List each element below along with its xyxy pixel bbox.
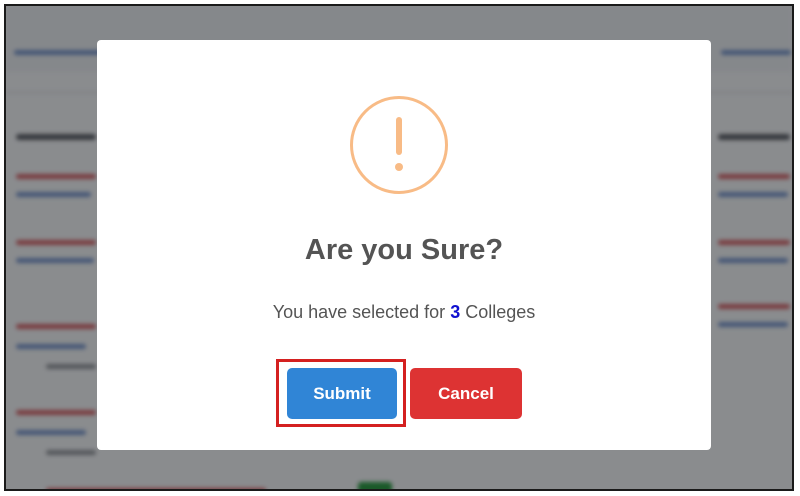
message-prefix: You have selected for — [272, 302, 446, 322]
warning-exclamation-icon — [350, 96, 448, 194]
dialog-title: Are you Sure? — [304, 234, 504, 266]
dialog-message: You have selected for 3 Colleges — [97, 302, 711, 323]
selected-count: 3 — [450, 302, 461, 322]
cancel-button[interactable]: Cancel — [410, 368, 522, 419]
message-suffix: Colleges — [465, 302, 536, 322]
confirm-dialog: Are you Sure? You have selected for 3 Co… — [97, 40, 711, 450]
submit-button[interactable]: Submit — [287, 368, 397, 419]
